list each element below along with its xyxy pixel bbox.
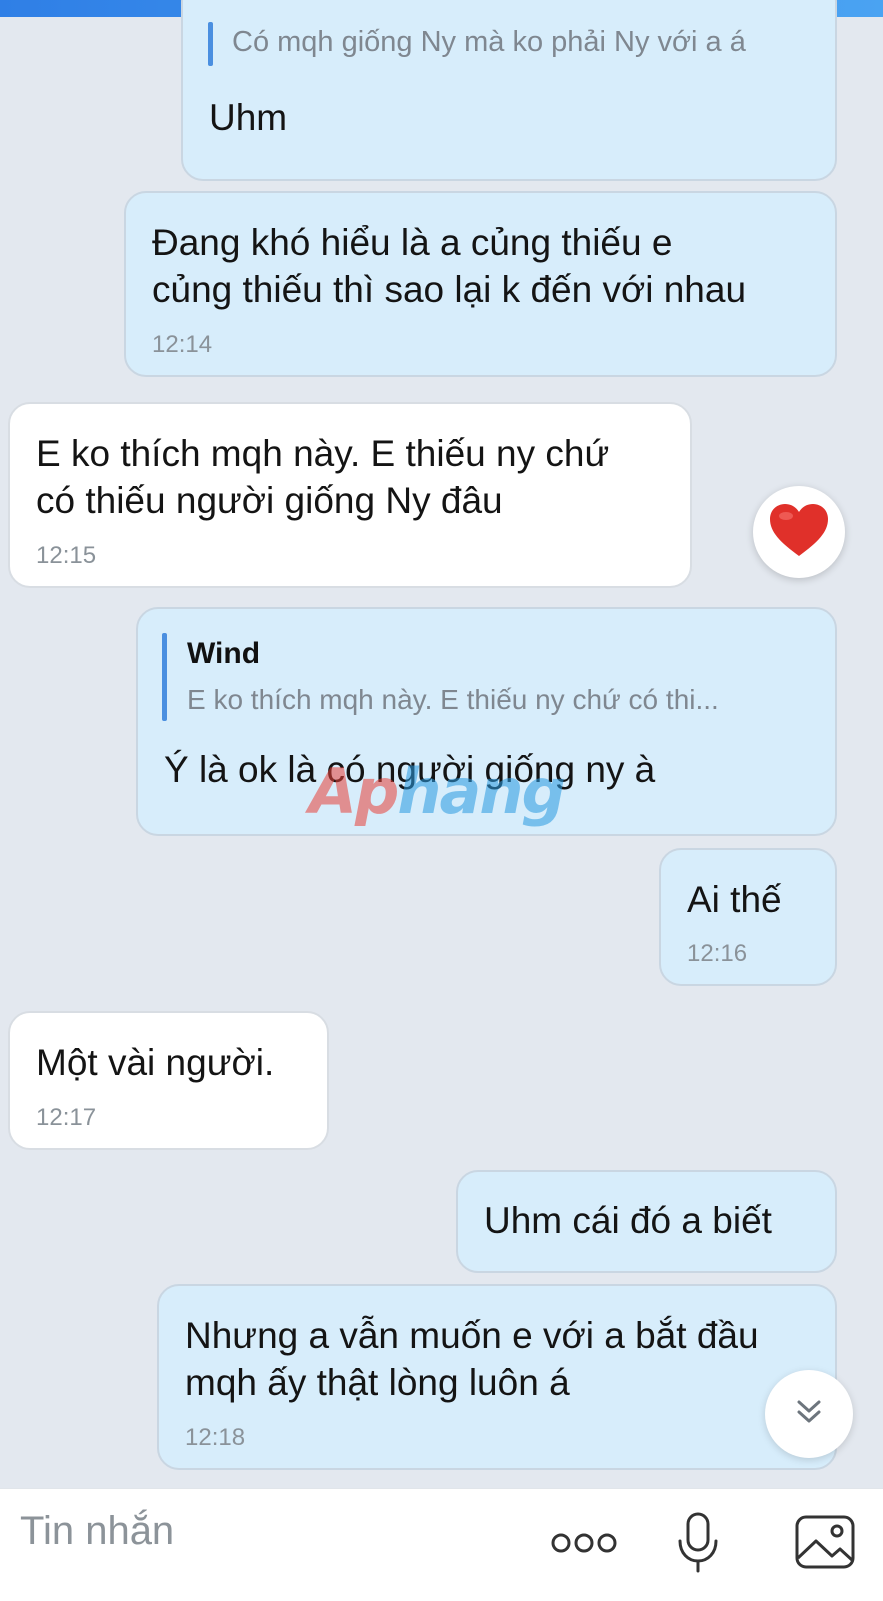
message-text: Uhm cái đó a biết — [484, 1200, 772, 1241]
message-text: Đang khó hiểu là a củng thiếu e — [152, 222, 673, 263]
message-composer: Tin nhắn — [0, 1488, 883, 1601]
message-text: Một vài người. — [36, 1042, 275, 1083]
message-bubble-sent[interactable]: Đang khó hiểu là a củng thiếu e củng thi… — [124, 191, 837, 377]
scroll-to-bottom-button[interactable] — [765, 1370, 853, 1458]
heart-icon — [768, 502, 830, 563]
quoted-message-text: Có mqh giống Ny mà ko phải Ny với a á — [232, 26, 746, 58]
message-text: có thiếu người giống Ny đâu — [36, 480, 503, 521]
message-text: Nhưng a vẫn muốn e với a bắt đầu — [185, 1315, 759, 1356]
message-timestamp: 12:17 — [36, 1104, 97, 1131]
chevron-double-down-icon — [794, 1397, 824, 1432]
quote-bar — [208, 22, 213, 66]
message-input[interactable]: Tin nhắn — [20, 1509, 174, 1554]
image-button[interactable] — [790, 1511, 860, 1577]
quoted-sender-name: Wind — [187, 637, 261, 670]
quoted-message-text: E ko thích mqh này. E thiếu ny chứ có th… — [187, 684, 719, 715]
message-timestamp: 12:15 — [36, 542, 97, 569]
more-dots-icon — [551, 1531, 617, 1560]
message-text: Uhm — [209, 97, 288, 138]
message-bubble-sent[interactable]: Ai thế 12:16 — [659, 848, 837, 986]
message-text: E ko thích mqh này. E thiếu ny chứ — [36, 433, 610, 474]
message-text: Ai thế — [687, 879, 782, 920]
message-timestamp: 12:16 — [687, 940, 748, 967]
message-timestamp: 12:14 — [152, 331, 213, 358]
message-bubble-sent[interactable]: Uhm cái đó a biết — [456, 1170, 837, 1273]
microphone-icon — [676, 1511, 720, 1580]
more-button[interactable] — [548, 1521, 620, 1569]
microphone-button[interactable] — [672, 1507, 724, 1583]
reaction-button[interactable] — [753, 486, 845, 578]
message-bubble-received[interactable]: Một vài người. 12:17 — [8, 1011, 329, 1150]
watermark-logo: Aphang — [309, 755, 566, 828]
message-text: mqh ấy thật lòng luôn á — [185, 1362, 570, 1403]
message-bubble-received[interactable]: E ko thích mqh này. E thiếu ny chứ có th… — [8, 402, 692, 588]
message-bubble-sent[interactable]: Nhưng a vẫn muốn e với a bắt đầu mqh ấy … — [157, 1284, 837, 1470]
image-icon — [794, 1514, 856, 1575]
quote-bar — [162, 633, 167, 721]
message-timestamp: 12:18 — [185, 1424, 246, 1451]
message-bubble-sent[interactable]: Có mqh giống Ny mà ko phải Ny với a á Uh… — [181, 0, 837, 181]
message-text: củng thiếu thì sao lại k đến với nhau — [152, 269, 747, 310]
